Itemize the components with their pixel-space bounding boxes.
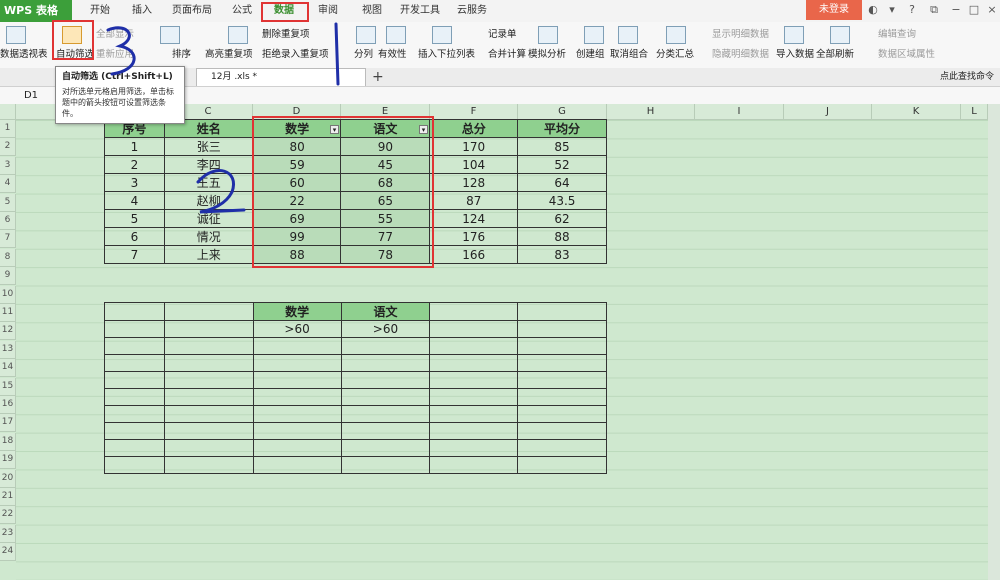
handwritten-number-two xyxy=(196,169,246,214)
annotation-layer xyxy=(106,22,340,214)
vertical-scrollbar[interactable] xyxy=(988,104,1000,580)
handwritten-number-one xyxy=(334,22,340,86)
handwritten-number-three xyxy=(106,26,136,76)
